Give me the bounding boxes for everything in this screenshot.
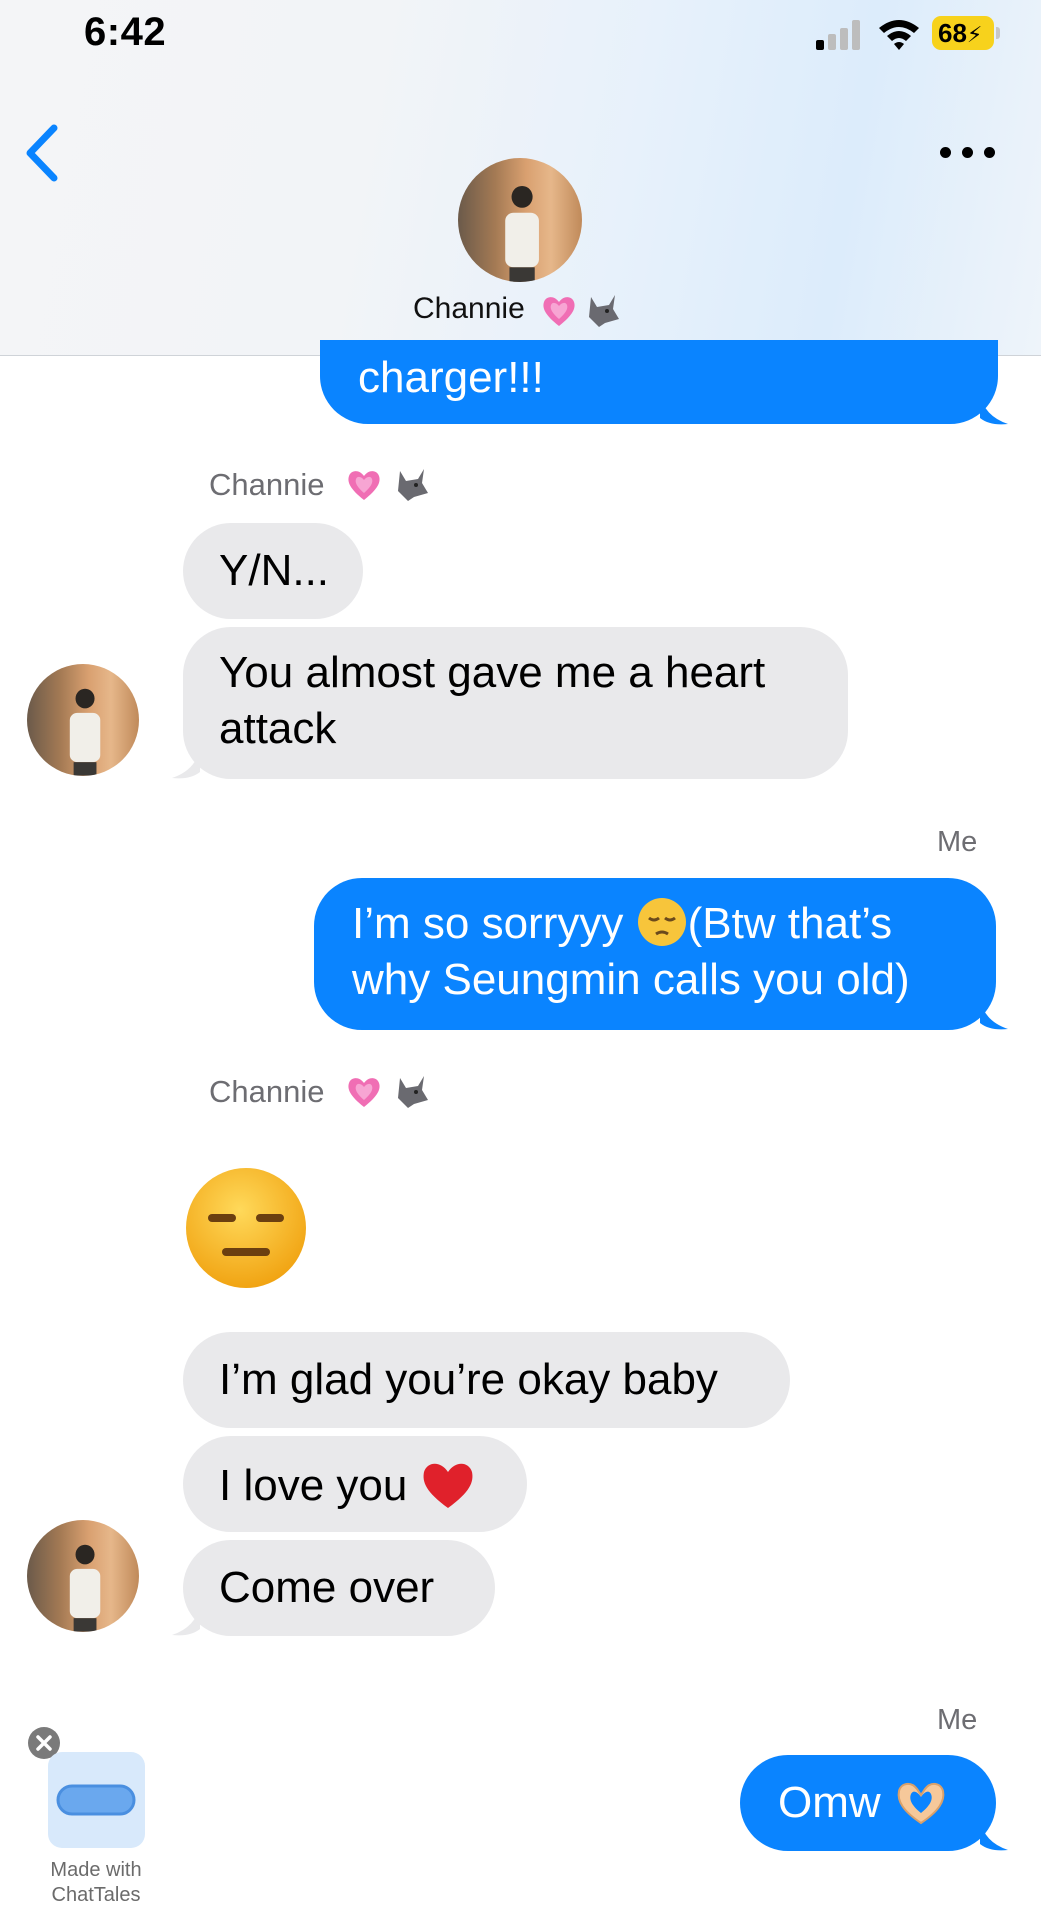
incoming-message[interactable]: Come over (183, 1540, 495, 1636)
bubble-tail (172, 1605, 200, 1636)
incoming-message[interactable]: You almost gave me a heart attack (183, 627, 848, 779)
outgoing-message[interactable]: Omw (740, 1755, 996, 1851)
red-heart-icon (423, 1463, 473, 1508)
message-text-line: why Seungmin calls you old) (352, 955, 910, 1004)
more-options-button[interactable] (940, 140, 1002, 164)
heart-hands-icon (897, 1783, 945, 1825)
chattales-logo[interactable] (48, 1752, 145, 1848)
outgoing-message[interactable]: I’m so sorryyy (Btw that’s why Seungmin … (314, 878, 996, 1030)
pink-heart-icon (348, 471, 380, 500)
back-chevron-icon[interactable] (18, 118, 68, 188)
wolf-icon (398, 469, 428, 501)
bubble-tail (172, 748, 200, 779)
wifi-icon (879, 20, 919, 50)
message-text: I’m glad you’re okay baby (219, 1355, 718, 1404)
watermark-text: Made with ChatTales (50, 1859, 142, 1906)
incoming-message[interactable]: Y/N... (183, 523, 363, 619)
message-text: I love you (219, 1461, 408, 1510)
pink-heart-icon (348, 1078, 380, 1107)
sender-name: Channie (209, 467, 325, 502)
bubble-tail (980, 999, 1008, 1030)
pink-heart-icon (543, 297, 575, 326)
incoming-message[interactable]: I’m glad you’re okay baby (183, 1332, 790, 1428)
me-label: Me (937, 1704, 978, 1736)
message-text: Omw (778, 1778, 881, 1827)
me-label: Me (937, 826, 978, 858)
outgoing-message[interactable]: charger!!! (320, 340, 998, 424)
battery-icon: 68⚡ (932, 16, 1000, 50)
bubble-tail (980, 1820, 1008, 1851)
incoming-message[interactable]: I love you (183, 1436, 527, 1532)
sender-name: Channie (209, 1074, 325, 1109)
wolf-icon (589, 295, 619, 327)
pensive-face-icon (637, 898, 686, 946)
message-text-line: You almost gave me a heart (219, 648, 766, 697)
message-text: Come over (219, 1563, 435, 1612)
conversation-header: 6:42 68⚡ Channie (0, 0, 1041, 356)
battery-level: 68 (938, 18, 967, 48)
message-text: Y/N... (219, 546, 330, 595)
contact-name[interactable]: Channie (413, 292, 525, 326)
sender-avatar[interactable] (27, 664, 139, 776)
message-text-line: I’m so sorryyy (Btw that’s (352, 896, 958, 952)
wolf-icon (398, 1076, 428, 1108)
expressionless-face-icon[interactable] (184, 1166, 308, 1290)
message-text: charger!!! (358, 353, 544, 402)
bubble-tail (980, 394, 1008, 425)
cellular-signal-icon (816, 20, 862, 50)
status-time: 6:42 (84, 10, 167, 54)
message-text-line: attack (219, 704, 337, 753)
contact-avatar[interactable] (458, 158, 582, 282)
sender-avatar[interactable] (27, 1520, 139, 1632)
